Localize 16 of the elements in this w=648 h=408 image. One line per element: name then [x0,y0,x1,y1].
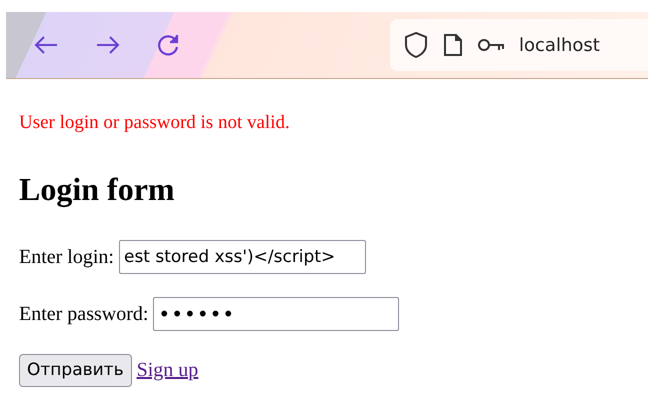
url-text: localhost [519,34,600,58]
shield-icon[interactable] [403,31,429,59]
form-heading: Login form [19,170,175,209]
page-icon[interactable] [443,33,463,57]
back-icon[interactable] [33,34,59,56]
forward-icon[interactable] [95,34,121,56]
key-icon[interactable] [477,38,505,52]
field-label: Enter password: [19,302,148,327]
reload-icon[interactable] [155,32,181,58]
sign-up-link[interactable]: Sign up [136,355,198,386]
password-field[interactable]: •••••• [153,296,400,331]
error-message: User login or password is not valid. [19,111,290,135]
address-bar[interactable]: localhost [390,19,648,71]
submit-button[interactable]: Отправить [19,354,132,387]
field-label: Enter login: [19,244,114,270]
login-field[interactable]: est stored xss')</script> [118,240,366,274]
